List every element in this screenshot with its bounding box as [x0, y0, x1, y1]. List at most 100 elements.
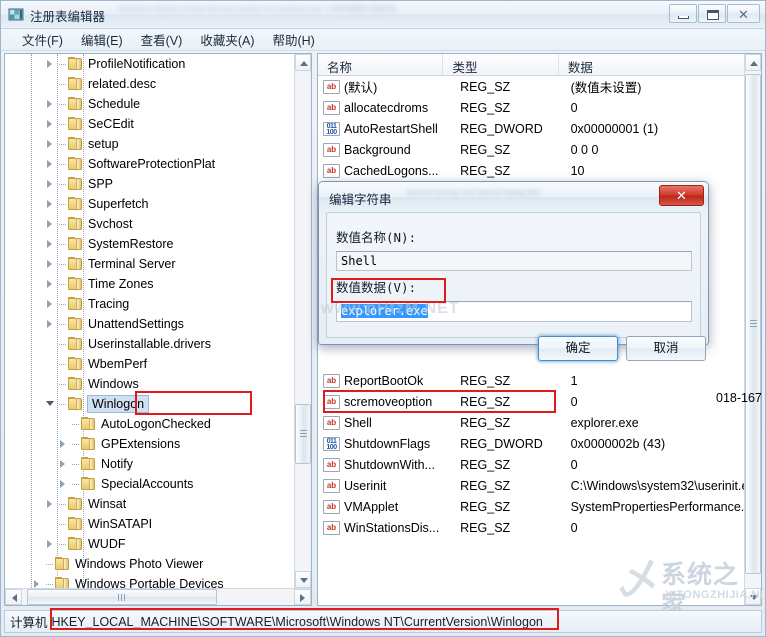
chevron-right-icon[interactable] [44, 254, 59, 274]
chevron-right-icon[interactable] [44, 534, 59, 554]
menu-file[interactable]: 文件(F) [13, 28, 72, 51]
tree-item-svchost[interactable]: Svchost [5, 214, 295, 234]
column-header-type[interactable]: 类型 [443, 54, 559, 75]
table-row[interactable]: ab WinStationsDis... REG_SZ 0 [318, 517, 761, 538]
chevron-right-icon[interactable] [44, 134, 59, 154]
status-registry-path: HKEY_LOCAL_MACHINE\SOFTWARE\Microsoft\Wi… [51, 614, 543, 629]
table-row[interactable]: ab Userinit REG_SZ C:\Windows\system32\user… [318, 475, 761, 496]
chevron-right-icon[interactable] [57, 474, 72, 494]
close-button[interactable]: ✕ [727, 4, 760, 23]
tree-scroll-thumb[interactable] [295, 404, 311, 464]
menu-edit[interactable]: 编辑(E) [72, 28, 132, 51]
tree-item-wbemperf[interactable]: WbemPerf [5, 354, 295, 374]
tree-item-schedule[interactable]: Schedule [5, 94, 295, 114]
tree-item-wudf[interactable]: WUDF [5, 534, 295, 554]
tree-item-windows-portable-devices[interactable]: Windows Portable Devices [5, 574, 295, 588]
tree-item-superfetch[interactable]: Superfetch [5, 194, 295, 214]
tree-item-winsat[interactable]: Winsat [5, 494, 295, 514]
minimize-button[interactable] [669, 4, 697, 23]
tree-item-systemrestore[interactable]: SystemRestore [5, 234, 295, 254]
table-row[interactable]: ab Shell REG_SZ explorer.exe [318, 412, 761, 433]
tree-horizontal-scrollbar[interactable] [5, 588, 311, 605]
tree-item-specialaccounts[interactable]: SpecialAccounts [5, 474, 295, 494]
list-vertical-scrollbar[interactable] [744, 54, 761, 605]
tree-item-userinstallable-drivers[interactable]: Userinstallable.drivers [5, 334, 295, 354]
tree-no-expander [44, 514, 59, 534]
chevron-right-icon[interactable] [44, 194, 59, 214]
chevron-right-icon[interactable] [44, 314, 59, 334]
maximize-button[interactable] [698, 4, 726, 23]
dialog-close-button[interactable]: ✕ [659, 185, 704, 206]
chevron-right-icon[interactable] [44, 174, 59, 194]
menu-help[interactable]: 帮助(H) [263, 28, 323, 51]
tree-item-time-zones[interactable]: Time Zones [5, 274, 295, 294]
folder-icon [80, 417, 97, 431]
table-row[interactable]: ab scremoveoption REG_SZ 0 [318, 391, 761, 412]
list-scroll-thumb[interactable] [745, 74, 761, 574]
table-row[interactable]: ab ShutdownWith... REG_SZ 0 [318, 454, 761, 475]
tree-scroll-left-arrow[interactable] [5, 589, 22, 605]
string-value-icon: ab [323, 394, 340, 409]
tree-item-terminal-server[interactable]: Terminal Server [5, 254, 295, 274]
tree-item-tracing[interactable]: Tracing [5, 294, 295, 314]
table-row[interactable]: ab Background REG_SZ 0 0 0 [318, 139, 761, 160]
chevron-right-icon[interactable] [44, 114, 59, 134]
tree-item-notify[interactable]: Notify [5, 454, 295, 474]
folder-icon [67, 97, 84, 111]
value-type-cell: REG_SZ [460, 520, 511, 535]
value-name-input[interactable]: Shell [336, 251, 692, 271]
tree-hscroll-thumb[interactable] [27, 589, 217, 605]
chevron-right-icon[interactable] [44, 494, 59, 514]
table-row[interactable]: ab allocatecdroms REG_SZ 0 [318, 97, 761, 118]
tree-scroll-right-arrow[interactable] [294, 589, 311, 605]
chevron-right-icon[interactable] [31, 574, 46, 588]
dialog-ok-button[interactable]: 确定 [538, 336, 618, 361]
column-header-data[interactable]: 数据 [559, 54, 761, 75]
tree-item-label: Windows [88, 377, 139, 391]
table-row[interactable]: ab VMApplet REG_SZ SystemPropertiesPerforma… [318, 496, 761, 517]
tree-vertical-scrollbar[interactable] [294, 54, 311, 588]
tree-item-softwareprotectionplat[interactable]: SoftwareProtectionPlat [5, 154, 295, 174]
tree-item-label: Winsat [88, 497, 127, 511]
menu-view[interactable]: 查看(V) [132, 28, 192, 51]
list-scroll-down-arrow[interactable] [745, 588, 761, 605]
chevron-right-icon[interactable] [44, 94, 59, 114]
tree-item-related-desc[interactable]: related.desc [5, 74, 295, 94]
tree-item-gpextensions[interactable]: GPExtensions [5, 434, 295, 454]
registry-tree-pane[interactable]: ProfileNotification related.desc Schedule S… [4, 53, 312, 606]
chevron-right-icon[interactable] [44, 54, 59, 74]
list-scroll-up-arrow[interactable] [745, 54, 761, 71]
tree-item-profilenotification[interactable]: ProfileNotification [5, 54, 295, 74]
tree-item-label: Winlogon [86, 395, 150, 413]
value-name-label: 数值名称(N): [336, 230, 417, 245]
chevron-right-icon[interactable] [57, 434, 72, 454]
chevron-right-icon[interactable] [44, 274, 59, 294]
table-row[interactable]: 011 100 AutoRestartShell REG_DWORD 0x0000000… [318, 118, 761, 139]
tree-item-windows-photo-viewer[interactable]: Windows Photo Viewer [5, 554, 295, 574]
chevron-right-icon[interactable] [44, 294, 59, 314]
tree-item-secedit[interactable]: SeCEdit [5, 114, 295, 134]
tree-scroll-up-arrow[interactable] [295, 54, 311, 71]
table-row[interactable]: ab ReportBootOk REG_SZ 1 [318, 370, 761, 391]
table-row[interactable]: 011 100 ShutdownFlags REG_DWORD 0x0000002b (… [318, 433, 761, 454]
chevron-right-icon[interactable] [57, 454, 72, 474]
table-row[interactable]: ab (默认) REG_SZ (数值未设置) [318, 76, 761, 97]
chevron-right-icon[interactable] [44, 214, 59, 234]
tree-item-winsatapi[interactable]: WinSATAPI [5, 514, 295, 534]
tree-item-winlogon[interactable]: Winlogon [5, 394, 295, 414]
tree-item-setup[interactable]: setup [5, 134, 295, 154]
tree-item-unattendsettings[interactable]: UnattendSettings [5, 314, 295, 334]
chevron-right-icon[interactable] [44, 154, 59, 174]
menu-favorites[interactable]: 收藏夹(A) [191, 28, 263, 51]
tree-item-autologonchecked[interactable]: AutoLogonChecked [5, 414, 295, 434]
column-header-name[interactable]: 名称 [318, 54, 444, 75]
dialog-cancel-button[interactable]: 取消 [626, 336, 706, 361]
table-row[interactable]: ab CachedLogons... REG_SZ 10 [318, 160, 761, 181]
tree-item-spp[interactable]: SPP [5, 174, 295, 194]
chevron-right-icon[interactable] [44, 234, 59, 254]
tree-scroll-down-arrow[interactable] [295, 571, 311, 588]
folder-icon [67, 217, 84, 231]
title-bar: 注册表编辑器 Windows Registry Editor blurred o… [1, 1, 765, 29]
tree-item-windows[interactable]: Windows [5, 374, 295, 394]
chevron-down-icon[interactable] [44, 394, 59, 414]
